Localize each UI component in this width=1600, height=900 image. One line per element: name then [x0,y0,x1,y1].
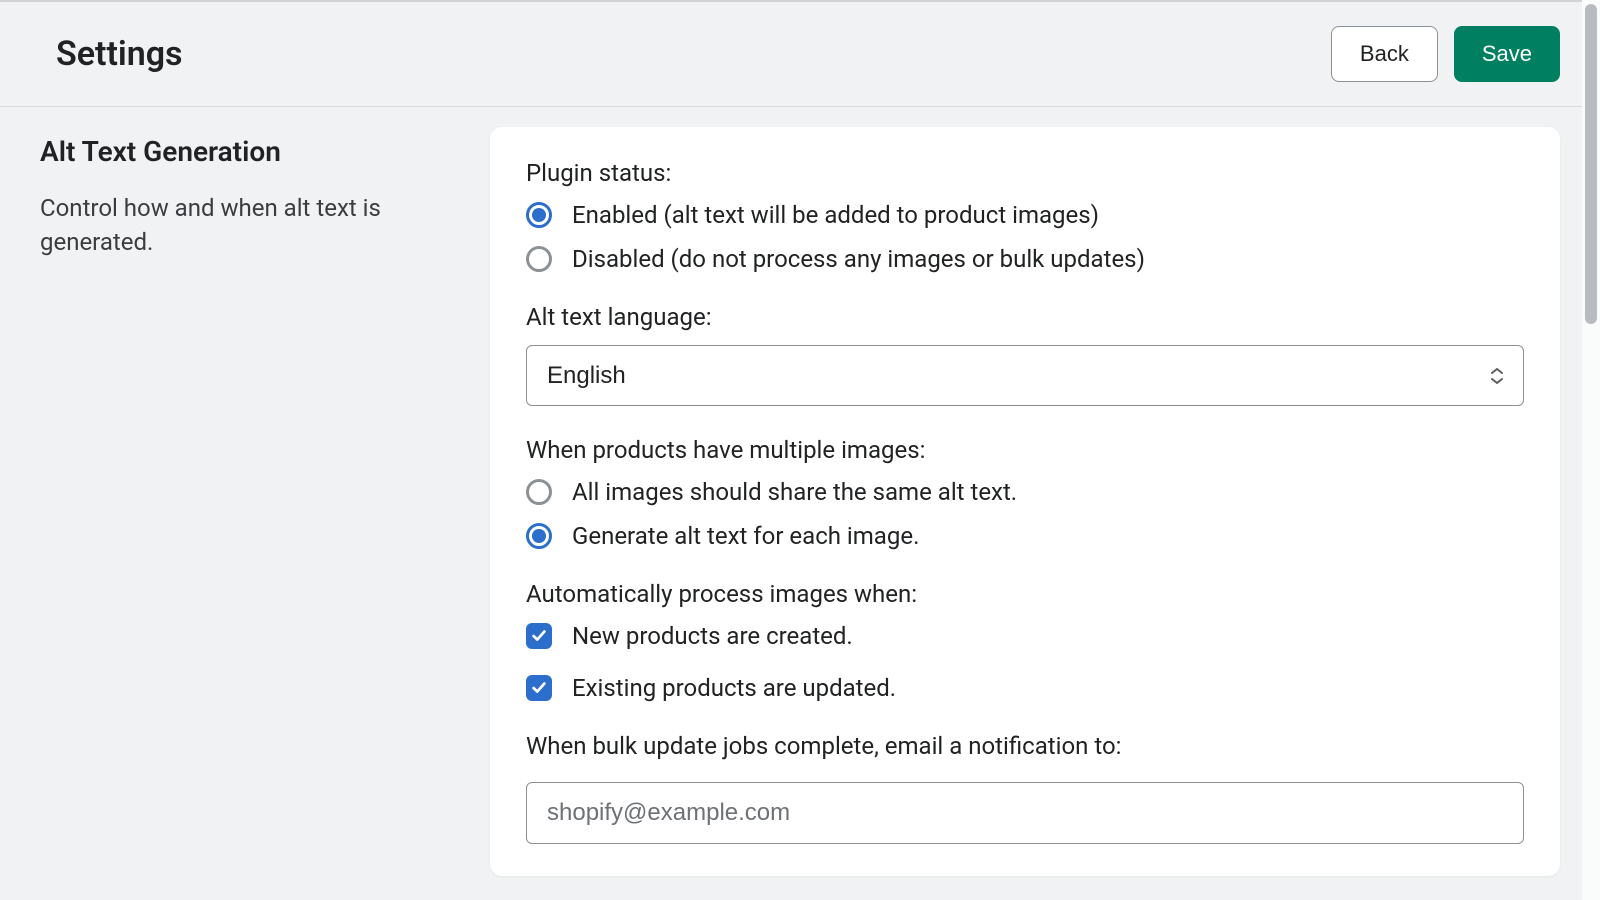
radio-enabled-label: Enabled (alt text will be added to produ… [572,201,1099,229]
language-select-wrapper: English [526,345,1524,406]
radio-each-alt[interactable]: Generate alt text for each image. [526,522,1524,550]
notification-email-input[interactable] [526,782,1524,844]
page-title: Settings [56,34,183,74]
plugin-status-radios: Enabled (alt text will be added to produ… [526,201,1524,273]
plugin-status-label: Plugin status: [526,159,1524,187]
radio-icon [526,246,552,272]
radio-enabled[interactable]: Enabled (alt text will be added to produ… [526,201,1524,229]
multiple-images-group: When products have multiple images: All … [526,436,1524,550]
settings-card: Plugin status: Enabled (alt text will be… [490,127,1560,876]
checkbox-existing-products[interactable]: Existing products are updated. [526,674,1524,702]
language-group: Alt text language: English [526,303,1524,406]
radio-icon [526,479,552,505]
auto-process-label: Automatically process images when: [526,580,1524,608]
radio-share-alt[interactable]: All images should share the same alt tex… [526,478,1524,506]
multiple-images-radios: All images should share the same alt tex… [526,478,1524,550]
auto-process-group: Automatically process images when: New p… [526,580,1524,702]
content-area: Alt Text Generation Control how and when… [0,107,1600,896]
section-description: Control how and when alt text is generat… [40,192,450,259]
notification-group: When bulk update jobs complete, email a … [526,732,1524,844]
auto-process-checkboxes: New products are created. Existing produ… [526,622,1524,702]
radio-share-label: All images should share the same alt tex… [572,478,1017,506]
checkbox-existing-label: Existing products are updated. [572,674,896,702]
page-header: Settings Back Save [0,2,1600,107]
checkbox-icon [526,623,552,649]
radio-each-label: Generate alt text for each image. [572,522,919,550]
radio-disabled-label: Disabled (do not process any images or b… [572,245,1145,273]
radio-icon [526,202,552,228]
checkbox-new-label: New products are created. [572,622,853,650]
notification-label: When bulk update jobs complete, email a … [526,732,1524,760]
back-button[interactable]: Back [1331,26,1438,82]
radio-disabled[interactable]: Disabled (do not process any images or b… [526,245,1524,273]
save-button[interactable]: Save [1454,26,1560,82]
radio-icon [526,523,552,549]
plugin-status-group: Plugin status: Enabled (alt text will be… [526,159,1524,273]
checkbox-icon [526,675,552,701]
section-title: Alt Text Generation [40,135,450,168]
multiple-images-label: When products have multiple images: [526,436,1524,464]
language-label: Alt text language: [526,303,1524,331]
scrollbar-thumb[interactable] [1585,4,1597,324]
section-sidebar: Alt Text Generation Control how and when… [40,127,450,876]
checkbox-new-products[interactable]: New products are created. [526,622,1524,650]
header-actions: Back Save [1331,26,1560,82]
scrollbar-track[interactable] [1582,0,1600,900]
language-select[interactable]: English [526,345,1524,406]
